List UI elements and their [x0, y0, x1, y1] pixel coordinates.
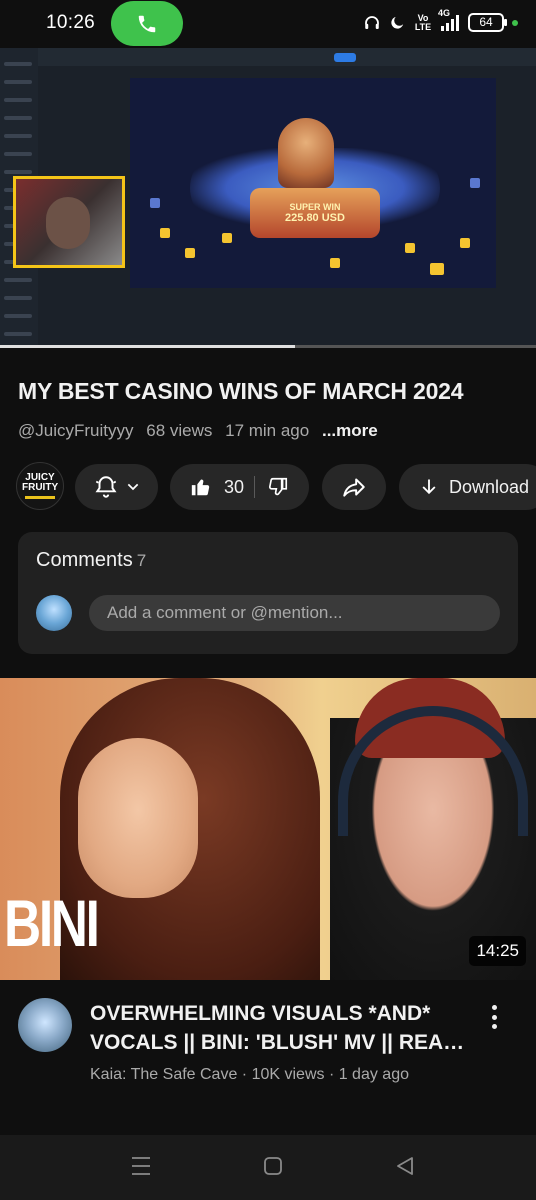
notification-bell-button[interactable] — [75, 464, 158, 510]
like-dislike-group: 30 — [170, 464, 309, 510]
win-banner-amount: 225.80 USD — [285, 212, 345, 224]
headphones-icon — [365, 15, 379, 29]
signal-indicator: 4G — [438, 8, 460, 32]
share-button[interactable] — [322, 464, 386, 510]
video-duration-badge: 14:25 — [469, 936, 526, 966]
view-count: 68 views — [146, 421, 213, 440]
clock: 10:26 — [46, 12, 96, 33]
comment-input[interactable]: Add a comment or @mention... — [89, 595, 500, 631]
download-label: Download — [448, 476, 530, 497]
ongoing-call-indicator[interactable] — [111, 1, 183, 46]
thumbs-up-icon — [191, 479, 210, 496]
channel-avatar[interactable]: JUICY FRUITY — [16, 462, 64, 510]
volte-indicator: Vo LTE — [414, 12, 432, 32]
network-type: 4G — [438, 7, 451, 18]
win-banner: SUPER WIN 225.80 USD — [250, 188, 380, 238]
slot-game-screen: SUPER WIN 225.80 USD — [130, 78, 496, 288]
home-icon[interactable] — [263, 1155, 283, 1177]
more-link[interactable]: ...more — [322, 421, 378, 440]
download-icon — [422, 479, 436, 495]
chevron-down-icon — [127, 483, 138, 491]
video-player[interactable]: SUPER WIN 225.80 USD — [0, 48, 536, 348]
bell-icon — [95, 476, 116, 498]
win-banner-title: SUPER WIN — [289, 202, 341, 212]
dislike-button[interactable] — [255, 476, 289, 498]
action-row: JUICY FRUITY 30 Download — [14, 462, 536, 512]
next-video-meta: Kaia: The Safe Cave · 10K views · 1 day … — [90, 1066, 409, 1083]
share-icon — [343, 478, 365, 497]
comments-panel[interactable]: Comments 7 Add a comment or @mention... — [18, 532, 518, 654]
thumbnail-text: BINI — [4, 886, 100, 960]
status-icons: Vo LTE 4G 64 — [363, 8, 518, 32]
player-frame-topbar — [0, 48, 536, 66]
playback-progress-fill — [0, 345, 295, 348]
system-navigation-bar — [0, 1135, 536, 1200]
channel-avatar-text: JUICY FRUITY — [22, 472, 59, 493]
next-video-channel-avatar[interactable] — [18, 998, 72, 1052]
frame-blue-button — [334, 53, 356, 62]
game-character — [278, 118, 334, 188]
like-button[interactable]: 30 — [190, 476, 254, 498]
moon-icon — [391, 16, 404, 29]
phone-icon — [138, 15, 156, 32]
video-title[interactable]: MY BEST CASINO WINS OF MARCH 2024 — [18, 378, 523, 405]
thumbs-down-icon — [269, 477, 288, 496]
user-avatar — [36, 595, 72, 631]
recent-apps-icon[interactable] — [131, 1155, 151, 1177]
comments-count: 7 — [136, 551, 147, 570]
kebab-icon[interactable] — [484, 1002, 504, 1032]
channel-handle[interactable]: @JuicyFruityyy — [18, 421, 134, 440]
like-count: 30 — [223, 476, 245, 497]
comments-title: Comments — [36, 549, 133, 571]
battery-indicator: 64 — [468, 13, 507, 32]
video-meta[interactable]: @JuicyFruityyy 68 views 17 min ago ...mo… — [18, 421, 386, 441]
next-video-thumbnail[interactable]: BINI — [0, 678, 536, 980]
upload-age: 17 min ago — [225, 421, 310, 440]
next-video-title[interactable]: OVERWHELMING VISUALS *AND* VOCALS || BIN… — [90, 999, 466, 1057]
privacy-indicator-dot — [512, 19, 518, 26]
status-bar: 10:26 Vo LTE 4G 64 — [0, 0, 536, 48]
comments-header: Comments 7 — [36, 549, 146, 572]
next-video-title-line1: OVERWHELMING VISUALS *AND* — [90, 1002, 431, 1025]
back-icon[interactable] — [395, 1155, 415, 1177]
download-button[interactable]: Download — [399, 464, 536, 510]
streamer-webcam — [13, 176, 125, 268]
playback-progress-bar[interactable] — [0, 345, 536, 348]
next-video-title-line2: VOCALS || BINI: 'BLUSH' MV || REACTION — [90, 1031, 466, 1054]
